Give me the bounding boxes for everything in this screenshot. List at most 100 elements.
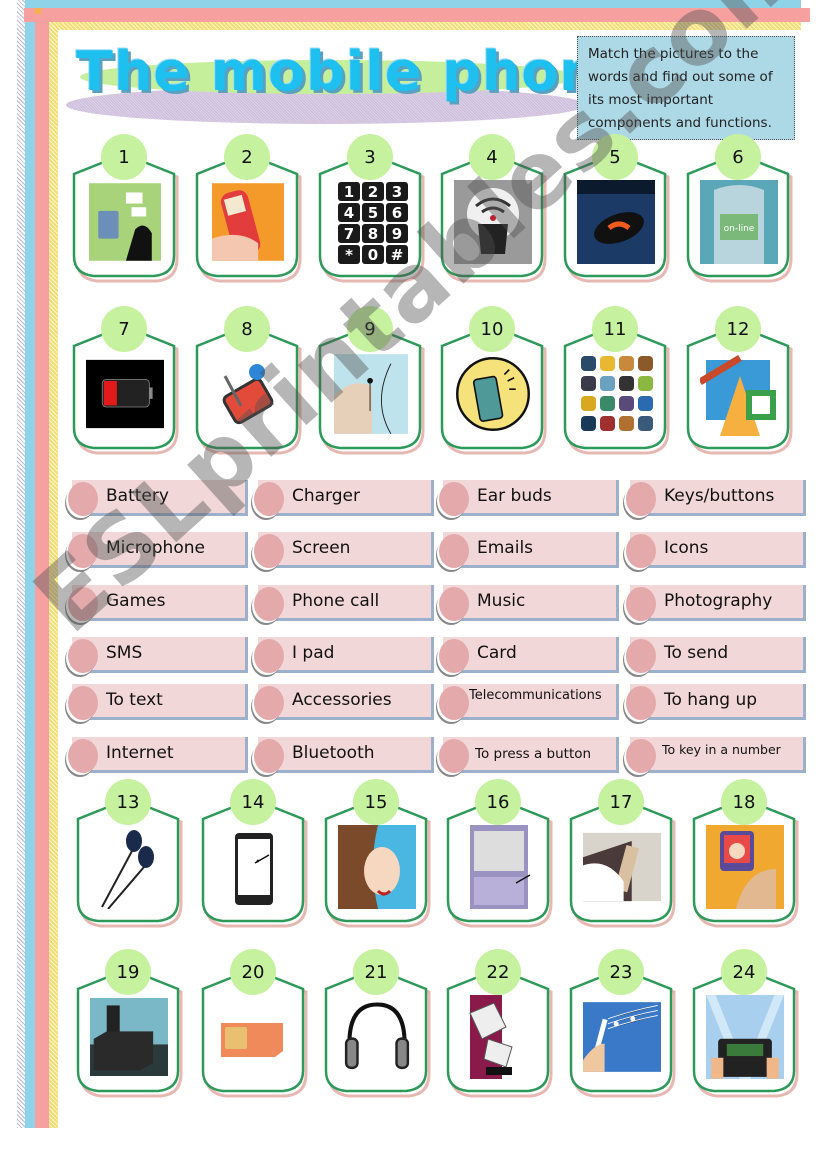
flip-phone-sms-icon — [460, 995, 538, 1079]
svg-text:6: 6 — [392, 204, 402, 222]
answer-circle[interactable] — [254, 482, 284, 516]
card-number-badge: 12 — [715, 306, 761, 352]
card-number-badge: 8 — [224, 306, 270, 352]
word-box: Screen — [254, 530, 434, 570]
word-label: Screen — [292, 538, 351, 558]
picture-card-22: 22 — [444, 949, 553, 1098]
word-box: Ear buds — [439, 478, 619, 518]
card-number-badge: 21 — [353, 949, 399, 995]
word-label: Keys/buttons — [664, 486, 775, 506]
email-sending-phone-icon — [86, 180, 164, 264]
answer-circle[interactable] — [254, 534, 284, 568]
picture-card-24: 24 — [690, 949, 799, 1098]
card-number-badge: 15 — [353, 779, 399, 825]
picture-card-4: 4 — [438, 134, 547, 283]
earbuds-icon — [90, 825, 168, 909]
word-label: Games — [106, 591, 166, 611]
answer-circle[interactable] — [626, 587, 656, 621]
word-label: Accessories — [292, 690, 392, 710]
charger-icon — [90, 995, 168, 1079]
card-number-badge: 20 — [230, 949, 276, 995]
answer-circle[interactable] — [68, 739, 98, 773]
card-number-badge: 11 — [592, 306, 638, 352]
word-box: Emails — [439, 530, 619, 570]
answer-circle[interactable] — [254, 587, 284, 621]
card-number-badge: 1 — [101, 134, 147, 180]
word-box: Telecommunications — [439, 682, 619, 722]
word-label: Microphone — [106, 538, 205, 558]
sim-card-icon — [215, 995, 293, 1079]
word-box: Photography — [626, 583, 806, 623]
picture-card-3: 1 2 3 4 5 6 7 8 9 * 0 #3 — [316, 134, 425, 283]
text-message-phone-icon — [209, 180, 287, 264]
ringing-phone-icon — [454, 352, 532, 436]
answer-circle[interactable] — [68, 534, 98, 568]
word-label: SMS — [106, 643, 143, 663]
low-battery-icon — [86, 352, 164, 436]
answer-circle[interactable] — [68, 587, 98, 621]
answer-circle[interactable] — [254, 639, 284, 673]
answer-circle[interactable] — [439, 686, 469, 720]
word-box: To key in a number — [626, 735, 806, 775]
word-box: To send — [626, 635, 806, 675]
picture-card-1: 1 — [70, 134, 179, 283]
satellite-telecom-icon — [700, 352, 778, 436]
hang-up-button-icon — [577, 180, 655, 264]
word-label: Telecommunications — [469, 688, 602, 703]
picture-card-12: 12 — [684, 306, 793, 455]
word-box: I pad — [254, 635, 434, 675]
word-label: Phone call — [292, 591, 380, 611]
online-phone-icon: on-line — [700, 180, 778, 264]
border-stripe-yellow-top — [49, 22, 801, 30]
word-box: Microphone — [68, 530, 248, 570]
card-number-badge: 23 — [598, 949, 644, 995]
card-number-badge: 19 — [105, 949, 151, 995]
picture-card-18: 18 — [690, 779, 799, 928]
word-box: Charger — [254, 478, 434, 518]
answer-circle[interactable] — [439, 482, 469, 516]
keypad-icon: 1 2 3 4 5 6 7 8 9 * 0 # — [332, 180, 410, 264]
answer-circle[interactable] — [68, 639, 98, 673]
picture-card-11: 11 — [561, 306, 670, 455]
card-number-badge: 5 — [592, 134, 638, 180]
word-label: Battery — [106, 486, 169, 506]
answer-circle[interactable] — [439, 739, 469, 773]
title-banner: The mobile phone — [66, 36, 635, 124]
answer-circle[interactable] — [626, 639, 656, 673]
word-label: To send — [664, 643, 729, 663]
word-label: Bluetooth — [292, 743, 375, 763]
svg-text:9: 9 — [392, 225, 402, 243]
answer-circle[interactable] — [439, 534, 469, 568]
answer-circle[interactable] — [254, 739, 284, 773]
answer-circle[interactable] — [439, 587, 469, 621]
word-label: Ear buds — [477, 486, 552, 506]
picture-card-13: 13 — [74, 779, 183, 928]
answer-circle[interactable] — [68, 482, 98, 516]
picture-card-6: on-line 6 — [684, 134, 793, 283]
picture-card-17: 17 — [567, 779, 676, 928]
answer-circle[interactable] — [626, 739, 656, 773]
picture-card-19: 19 — [74, 949, 183, 1098]
card-number-badge: 4 — [469, 134, 515, 180]
picture-card-7: 7 — [70, 306, 179, 455]
answer-circle[interactable] — [439, 639, 469, 673]
answer-circle[interactable] — [626, 482, 656, 516]
word-label: Internet — [106, 743, 174, 763]
card-number-badge: 7 — [101, 306, 147, 352]
card-number-badge: 10 — [469, 306, 515, 352]
word-label: Music — [477, 591, 526, 611]
word-box: Music — [439, 583, 619, 623]
picture-card-15: 15 — [322, 779, 431, 928]
answer-circle[interactable] — [254, 686, 284, 720]
word-label: I pad — [292, 643, 335, 663]
card-number-badge: 22 — [475, 949, 521, 995]
picture-card-10: 10 — [438, 306, 547, 455]
answer-circle[interactable] — [626, 686, 656, 720]
camera-phone-photo-icon — [706, 825, 784, 909]
instructions-box: Match the pictures to the words and find… — [577, 36, 795, 140]
answer-circle[interactable] — [68, 686, 98, 720]
picture-card-8: 8 — [193, 306, 302, 455]
answer-circle[interactable] — [626, 534, 656, 568]
card-number-badge: 6 — [715, 134, 761, 180]
card-number-badge: 9 — [347, 306, 393, 352]
